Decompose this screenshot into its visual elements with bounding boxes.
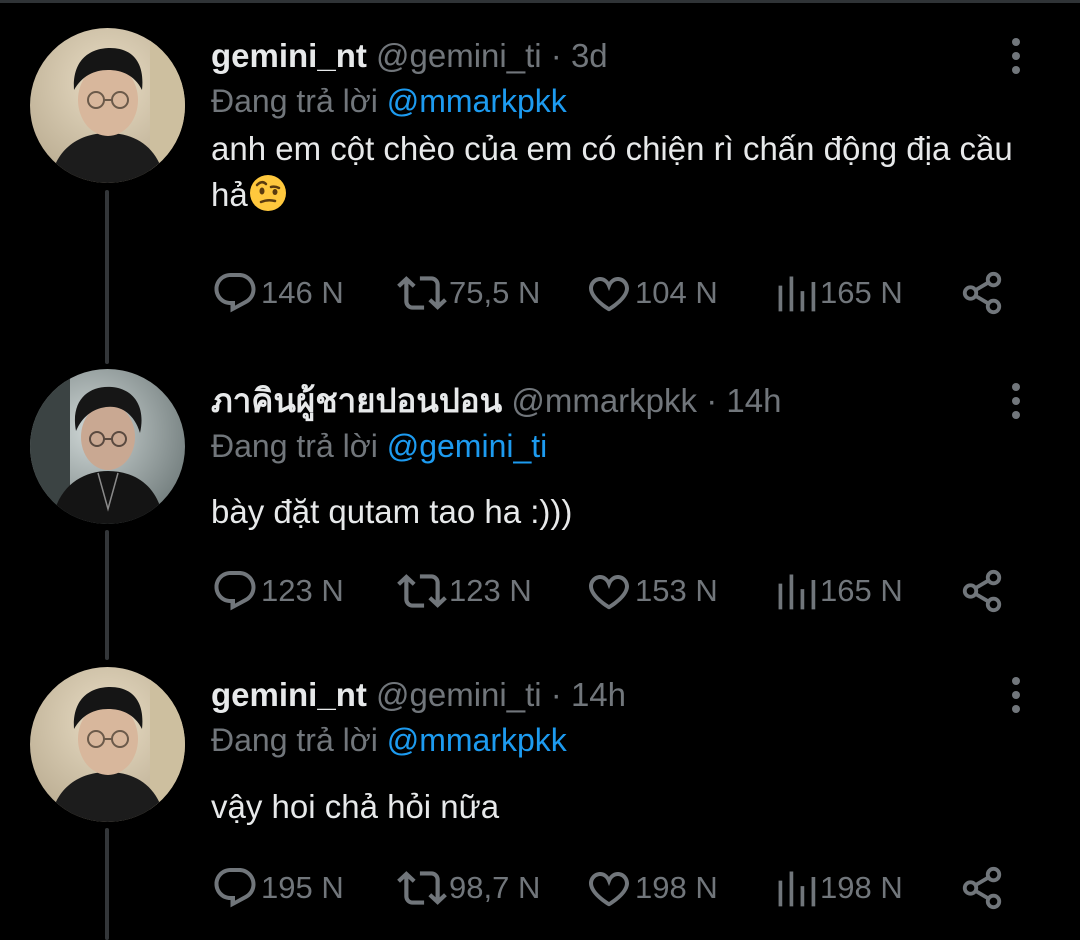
views-count: 165 N	[820, 275, 903, 310]
views-icon	[774, 569, 818, 613]
retweet-icon	[397, 566, 447, 616]
tweet[interactable]: gemini_nt @gemini_ti · 3d Đang trả lời @…	[0, 28, 1080, 334]
reply-icon	[211, 269, 259, 317]
retweet-icon	[397, 863, 447, 913]
replying-to: Đang trả lời @gemini_ti	[211, 425, 547, 467]
display-name[interactable]: ภาคินผู้ชายปอนปอน	[211, 382, 502, 419]
tweet-header: gemini_nt @gemini_ti · 14h	[211, 673, 626, 717]
share-button[interactable]	[959, 863, 1005, 913]
share-icon	[959, 270, 1005, 316]
display-name[interactable]: gemini_nt	[211, 37, 367, 74]
timestamp[interactable]: 14h	[571, 676, 626, 713]
timestamp[interactable]: 14h	[726, 382, 781, 419]
reply-mention-link[interactable]: @mmarkpkk	[387, 83, 567, 119]
like-count: 104 N	[635, 275, 718, 310]
avatar[interactable]	[30, 369, 185, 524]
retweet-count: 98,7 N	[449, 870, 541, 905]
views-count: 198 N	[820, 870, 903, 905]
user-handle[interactable]: @gemini_ti	[376, 676, 542, 713]
tweet-text: vậy hoi chả hỏi nữa	[211, 784, 1031, 830]
views-button[interactable]: 165 N	[774, 566, 903, 616]
like-button[interactable]: 198 N	[585, 863, 718, 913]
tweet[interactable]: gemini_nt @gemini_ti · 14h Đang trả lời …	[0, 667, 1080, 940]
reply-button[interactable]: 123 N	[211, 566, 344, 616]
tweet-actions: 123 N 123 N 153 N 165 N	[211, 566, 1011, 616]
retweet-button[interactable]: 75,5 N	[397, 268, 540, 318]
replying-to-label: Đang trả lời	[211, 722, 378, 758]
reply-icon	[211, 864, 259, 912]
reply-mention-link[interactable]: @mmarkpkk	[387, 722, 567, 758]
retweet-count: 75,5 N	[449, 275, 541, 310]
share-button[interactable]	[959, 566, 1005, 616]
reply-icon	[211, 567, 259, 615]
user-handle[interactable]: @mmarkpkk	[511, 382, 697, 419]
replying-to: Đang trả lời @mmarkpkk	[211, 719, 567, 761]
like-button[interactable]: 153 N	[585, 566, 718, 616]
replying-to-label: Đang trả lời	[211, 428, 378, 464]
views-button[interactable]: 198 N	[774, 863, 903, 913]
tweet-actions: 146 N 75,5 N 104 N 165 N	[211, 268, 1011, 318]
timestamp[interactable]: 3d	[571, 37, 608, 74]
like-count: 198 N	[635, 870, 718, 905]
avatar[interactable]	[30, 667, 185, 822]
reply-mention-link[interactable]: @gemini_ti	[387, 428, 548, 464]
tweet-text-content: anh em cột chèo của em có chiện rì chấn …	[211, 130, 1013, 213]
retweet-count: 123 N	[449, 573, 532, 608]
retweet-button[interactable]: 123 N	[397, 566, 532, 616]
share-icon	[959, 568, 1005, 614]
like-icon	[585, 567, 633, 615]
face-with-raised-eyebrow-icon	[249, 175, 286, 211]
views-count: 165 N	[820, 573, 903, 608]
tweet-header: ภาคินผู้ชายปอนปอน @mmarkpkk · 14h	[211, 379, 781, 423]
display-name[interactable]: gemini_nt	[211, 676, 367, 713]
tweet-text: anh em cột chèo của em có chiện rì chấn …	[211, 126, 1031, 218]
more-icon[interactable]	[1004, 675, 1028, 715]
views-icon	[774, 271, 818, 315]
like-button[interactable]: 104 N	[585, 268, 718, 318]
like-icon	[585, 269, 633, 317]
separator-dot: ·	[550, 676, 562, 713]
reply-button[interactable]: 195 N	[211, 863, 344, 913]
tweet-text-content: vậy hoi chả hỏi nữa	[211, 788, 500, 825]
separator-dot: ·	[550, 37, 562, 74]
avatar[interactable]	[30, 28, 185, 183]
like-icon	[585, 864, 633, 912]
reply-count: 195 N	[261, 870, 344, 905]
reply-count: 123 N	[261, 573, 344, 608]
share-button[interactable]	[959, 268, 1005, 318]
retweet-icon	[397, 268, 447, 318]
tweet-actions: 195 N 98,7 N 198 N 198 N	[211, 863, 1011, 913]
tweet-text: bày đặt qutam tao ha :)))	[211, 489, 1031, 535]
tweet[interactable]: ภาคินผู้ชายปอนปอน @mmarkpkk · 14h Đang t…	[0, 369, 1080, 639]
separator-dot: ·	[706, 382, 718, 419]
more-icon[interactable]	[1004, 381, 1028, 421]
replying-to: Đang trả lời @mmarkpkk	[211, 80, 567, 122]
tweet-header: gemini_nt @gemini_ti · 3d	[211, 34, 608, 78]
reply-button[interactable]: 146 N	[211, 268, 344, 318]
reply-count: 146 N	[261, 275, 344, 310]
views-button[interactable]: 165 N	[774, 268, 903, 318]
top-divider	[0, 0, 1080, 3]
views-icon	[774, 866, 818, 910]
retweet-button[interactable]: 98,7 N	[397, 863, 540, 913]
tweet-text-content: bày đặt qutam tao ha :)))	[211, 493, 573, 530]
more-icon[interactable]	[1004, 36, 1028, 76]
share-icon	[959, 865, 1005, 911]
user-handle[interactable]: @gemini_ti	[376, 37, 542, 74]
like-count: 153 N	[635, 573, 718, 608]
replying-to-label: Đang trả lời	[211, 83, 378, 119]
